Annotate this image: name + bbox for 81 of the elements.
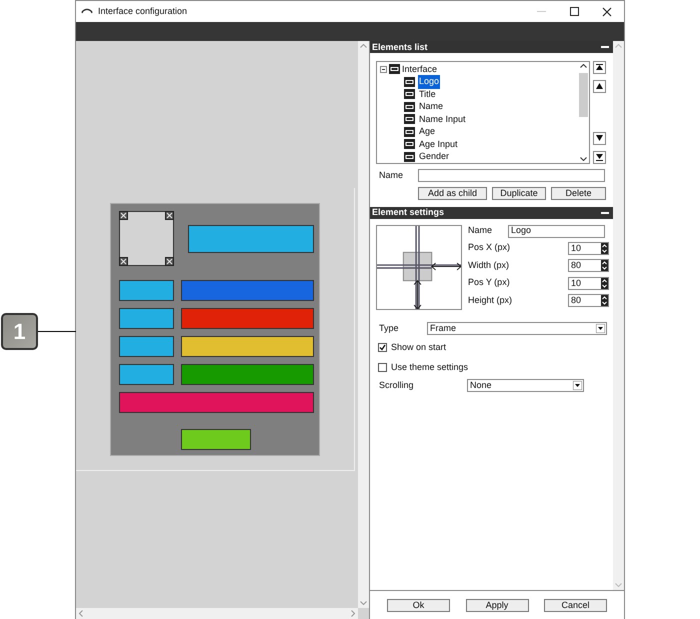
field-label: Type bbox=[379, 322, 400, 335]
move-down-button[interactable] bbox=[593, 132, 606, 145]
scroll-up-icon[interactable] bbox=[580, 64, 587, 68]
spinner-icon[interactable] bbox=[601, 295, 608, 306]
widget-block[interactable] bbox=[188, 225, 314, 253]
field-label: Pos X (px) bbox=[468, 241, 512, 254]
name-input[interactable] bbox=[418, 169, 605, 182]
scroll-down-icon[interactable] bbox=[580, 157, 587, 161]
field-label: Width (px) bbox=[468, 258, 510, 272]
field-label: Scrolling bbox=[379, 379, 415, 392]
push-button[interactable]: Duplicate bbox=[492, 186, 546, 200]
element-icon bbox=[389, 64, 400, 74]
field-label: Height (px) bbox=[468, 294, 514, 307]
tree-item[interactable]: Logo bbox=[418, 75, 440, 88]
scroll-thumb[interactable] bbox=[579, 72, 588, 116]
widget-block[interactable] bbox=[181, 336, 314, 357]
checkbox-label: Show on start bbox=[391, 341, 446, 354]
widget-block[interactable] bbox=[119, 280, 174, 301]
spin-box[interactable]: 80 bbox=[568, 294, 609, 307]
field-label: Pos Y (px) bbox=[468, 276, 511, 290]
element-icon bbox=[404, 152, 415, 162]
spinner-icon[interactable] bbox=[601, 260, 608, 271]
element-icon bbox=[404, 139, 415, 150]
type-dropdown[interactable]: Frame bbox=[427, 322, 607, 335]
tree-item[interactable]: Age bbox=[418, 125, 436, 138]
push-button[interactable]: Ok bbox=[387, 598, 450, 612]
spinner-icon[interactable] bbox=[601, 278, 608, 288]
checkbox-label: Use theme settings bbox=[391, 360, 468, 374]
resize-handle-icon[interactable] bbox=[119, 211, 128, 220]
push-button[interactable]: Add as child bbox=[418, 186, 487, 200]
push-button[interactable]: Cancel bbox=[544, 598, 607, 612]
panel-title: Elements list bbox=[372, 42, 428, 52]
move-bottom-button[interactable] bbox=[593, 151, 606, 164]
move-up-button[interactable] bbox=[593, 80, 606, 93]
push-button[interactable]: Apply bbox=[466, 598, 528, 612]
maximize-icon[interactable] bbox=[570, 7, 579, 16]
element-icon bbox=[404, 89, 415, 100]
spinner-icon[interactable] bbox=[601, 242, 608, 254]
element-icon bbox=[404, 114, 415, 124]
tree-node[interactable]: Interface bbox=[380, 63, 578, 76]
tree-item[interactable]: Title bbox=[418, 88, 437, 101]
widget-block[interactable] bbox=[181, 429, 251, 450]
collapse-toggle-icon[interactable] bbox=[380, 66, 387, 73]
tree-item[interactable]: Gender bbox=[418, 150, 450, 163]
window-title: Interface configuration bbox=[98, 4, 188, 18]
spin-box[interactable]: 10 bbox=[568, 276, 609, 290]
move-top-button[interactable] bbox=[593, 61, 606, 74]
push-button[interactable]: Delete bbox=[551, 186, 606, 200]
name-input[interactable]: Logo bbox=[508, 224, 605, 238]
dropdown-caret-icon[interactable] bbox=[596, 324, 605, 333]
callout-number: 1 bbox=[13, 320, 26, 342]
tree-item[interactable]: Name bbox=[418, 100, 444, 114]
element-icon bbox=[404, 102, 415, 112]
app-icon bbox=[81, 8, 93, 15]
resize-handle-icon[interactable] bbox=[165, 211, 174, 220]
widget-block[interactable] bbox=[181, 364, 314, 385]
arrow-icon bbox=[596, 135, 603, 142]
arrow-icon bbox=[596, 83, 603, 90]
widget-block[interactable] bbox=[119, 364, 174, 385]
tree-item[interactable]: Name Input bbox=[418, 112, 467, 126]
tree-item[interactable]: Age Input bbox=[418, 138, 459, 151]
tree-scrollbar[interactable] bbox=[578, 62, 589, 163]
checkbox[interactable] bbox=[378, 343, 387, 352]
checkbox[interactable] bbox=[378, 362, 387, 372]
close-icon[interactable] bbox=[602, 6, 612, 16]
dropdown-caret-icon[interactable] bbox=[573, 381, 582, 390]
spin-box[interactable]: 10 bbox=[568, 242, 609, 254]
arrow-icon bbox=[596, 64, 603, 71]
resize-handle-icon[interactable] bbox=[119, 257, 128, 266]
element-icon bbox=[404, 126, 415, 137]
field-label: Name bbox=[468, 224, 494, 238]
panel-title: Element settings bbox=[372, 208, 444, 217]
resize-handle-icon[interactable] bbox=[165, 257, 174, 266]
scrolling-dropdown[interactable]: None bbox=[467, 379, 584, 392]
widget-block[interactable] bbox=[119, 336, 174, 357]
element-icon bbox=[404, 76, 415, 87]
spin-box[interactable]: 80 bbox=[568, 259, 609, 272]
widget-block[interactable] bbox=[119, 308, 174, 329]
frame-element[interactable] bbox=[119, 211, 174, 266]
field-label: Name bbox=[379, 169, 404, 182]
arrow-icon bbox=[596, 154, 603, 161]
